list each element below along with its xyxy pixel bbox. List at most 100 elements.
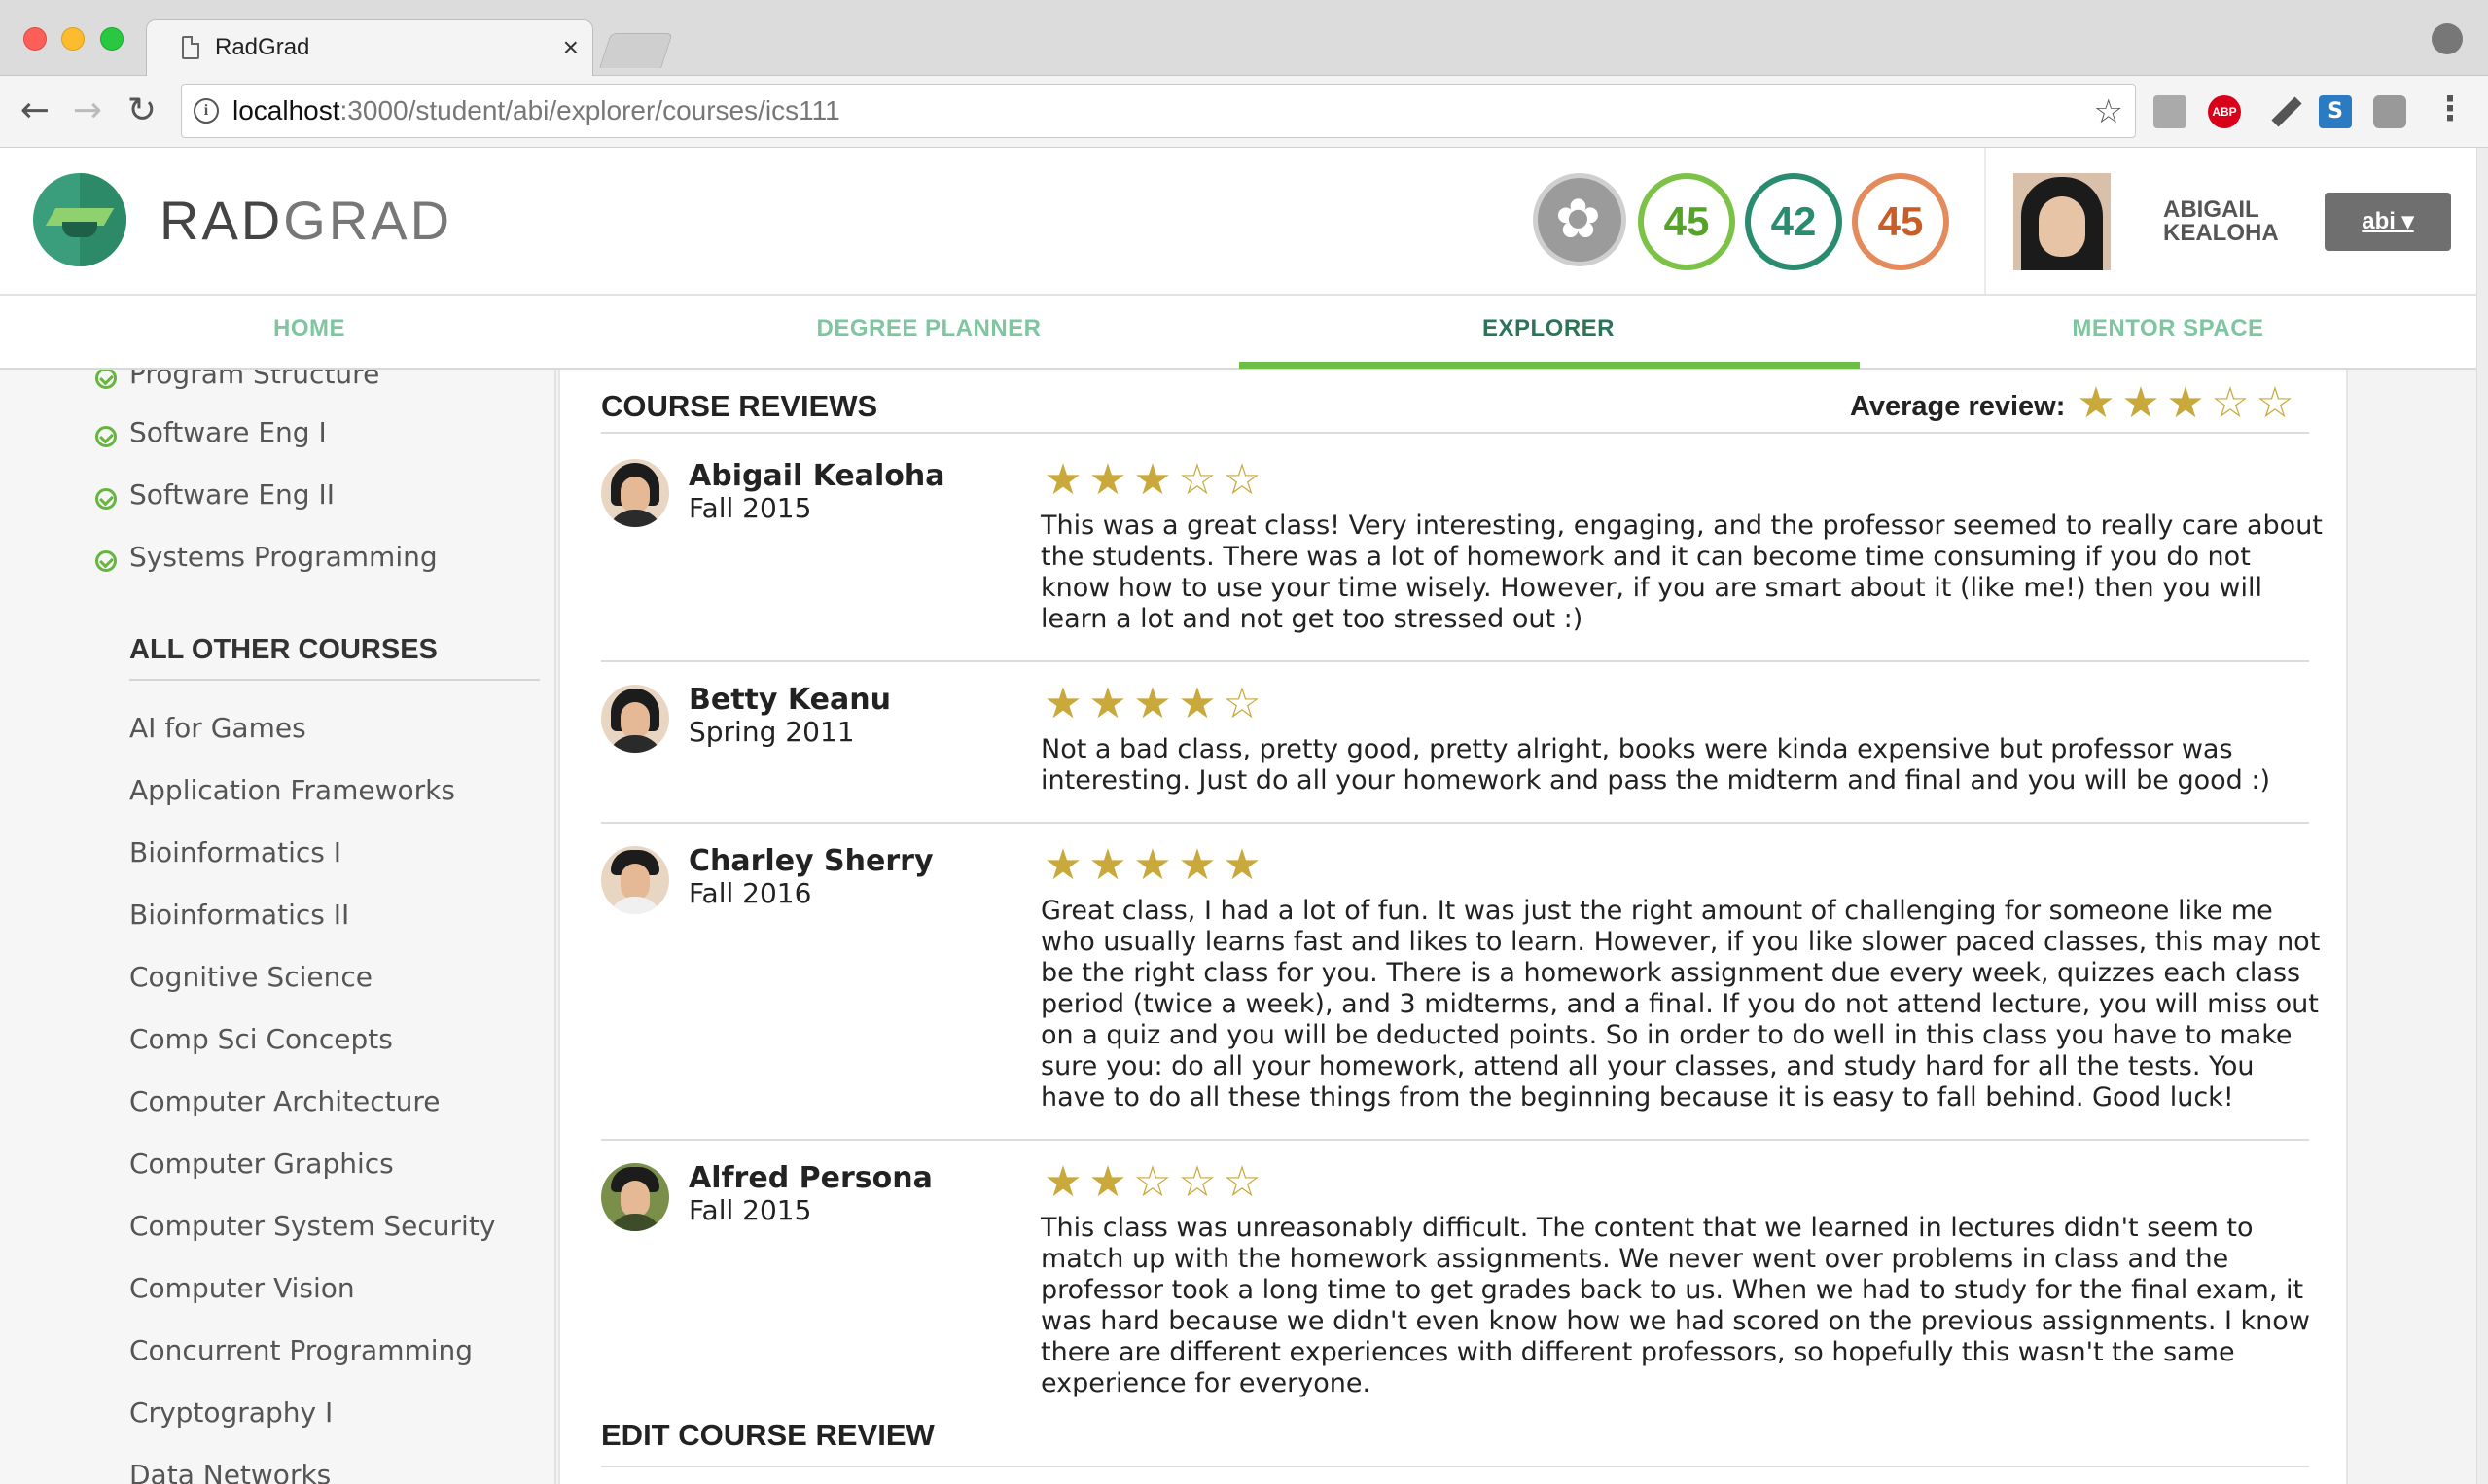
star-filled-icon: ★: [1088, 840, 1127, 890]
other-courses-heading: ALL OTHER COURSES: [129, 634, 438, 665]
content-area: Program Structure Software Eng I Softwar…: [0, 370, 2476, 1484]
eyedropper-extension-icon[interactable]: [2271, 96, 2302, 127]
page-icon: [182, 36, 199, 59]
back-arrow-icon[interactable]: ←: [14, 89, 56, 132]
star-filled-icon: ★: [2121, 378, 2160, 428]
sidebar-course-link[interactable]: Computer Architecture: [129, 1085, 441, 1117]
sidebar-course-link[interactable]: Computer System Security: [129, 1210, 495, 1242]
graduation-cap-logo-icon[interactable]: [33, 173, 126, 266]
course-reviews-panel: COURSE REVIEWS Average review: ★ ★ ★ ☆ ☆ Abi…: [558, 370, 2348, 1484]
bookmark-star-icon[interactable]: ☆: [2094, 92, 2123, 131]
sidebar-course-link[interactable]: Comp Sci Concepts: [129, 1023, 393, 1055]
sidebar-completed-course[interactable]: Program Structure: [129, 370, 379, 390]
new-tab-button[interactable]: [599, 33, 673, 68]
sidebar-course-link[interactable]: AI for Games: [129, 712, 306, 744]
course-sidebar: Program Structure Software Eng I Softwar…: [0, 370, 556, 1484]
nav-degree-planner[interactable]: DEGREE PLANNER: [620, 315, 1238, 342]
browser-menu-icon[interactable]: ⋮: [2434, 89, 2467, 128]
star-filled-icon: ★: [2077, 378, 2115, 428]
divider: [601, 1139, 2309, 1141]
average-review-label: Average review:: [1850, 391, 2066, 422]
camera-extension-icon[interactable]: [2153, 95, 2186, 128]
sidebar-completed-course[interactable]: Software Eng I: [129, 416, 327, 448]
star-empty-icon: ☆: [1223, 455, 1262, 505]
url-text: localhost:3000/student/abi/explorer/cour…: [232, 95, 840, 126]
star-filled-icon: ★: [1088, 455, 1127, 505]
main-nav: HOME DEGREE PLANNER EXPLORER MENTOR SPAC…: [0, 296, 2476, 370]
browser-toolbar: ← → ↻ i localhost:3000/student/abi/explo…: [0, 76, 2488, 148]
check-circle-icon: [95, 426, 117, 447]
forward-arrow-icon[interactable]: →: [66, 89, 109, 132]
review-rating-stars: ★ ★ ★ ★ ☆: [1041, 680, 1264, 728]
star-filled-icon: ★: [1133, 455, 1172, 505]
sidebar-course-link[interactable]: Data Networks: [129, 1459, 331, 1484]
review-text: This was a great class! Very interesting…: [1041, 511, 2323, 634]
divider: [601, 432, 2309, 434]
header-divider: [1984, 148, 1986, 294]
site-info-icon[interactable]: i: [194, 98, 219, 124]
nav-home[interactable]: HOME: [0, 315, 619, 342]
course-reviews-heading: COURSE REVIEWS: [601, 389, 878, 423]
star-filled-icon: ★: [1178, 840, 1217, 890]
browser-tab[interactable]: RadGrad ×: [146, 19, 593, 78]
reviewer-term: Fall 2015: [689, 492, 812, 524]
experience-score[interactable]: 45: [1852, 173, 1949, 270]
sidebar-course-link[interactable]: Bioinformatics I: [129, 836, 341, 868]
sidebar-completed-course[interactable]: Software Eng II: [129, 478, 335, 511]
sidebar-course-link[interactable]: Concurrent Programming: [129, 1334, 473, 1366]
reviewer-avatar: [601, 1163, 669, 1231]
address-bar[interactable]: i localhost:3000/student/abi/explorer/co…: [181, 84, 2136, 138]
browser-tab-bar: RadGrad ×: [0, 0, 2488, 78]
star-filled-icon: ★: [1044, 679, 1083, 728]
sidebar-course-link[interactable]: Bioinformatics II: [129, 899, 349, 931]
review-text: This class was unreasonably difficult. T…: [1041, 1213, 2310, 1398]
innovation-score[interactable]: 45: [1638, 173, 1735, 270]
page-scrollbar[interactable]: [2476, 148, 2488, 1484]
star-filled-icon: ★: [2166, 378, 2205, 428]
window-minimize-button[interactable]: [61, 27, 85, 51]
divider: [601, 660, 2309, 662]
brand-wordmark[interactable]: RADGRAD: [160, 189, 452, 252]
check-circle-icon: [95, 488, 117, 510]
star-filled-icon: ★: [1044, 1157, 1083, 1207]
star-empty-icon: ☆: [2256, 378, 2294, 428]
reviewer-name: Alfred Persona: [689, 1161, 933, 1195]
window-zoom-button[interactable]: [100, 27, 124, 51]
competency-score[interactable]: 42: [1745, 173, 1842, 270]
nav-explorer[interactable]: EXPLORER: [1239, 315, 1858, 342]
star-filled-icon: ★: [1133, 840, 1172, 890]
sidebar-course-link[interactable]: Computer Vision: [129, 1272, 355, 1304]
star-filled-icon: ★: [1133, 679, 1172, 728]
divider: [129, 679, 540, 681]
review-text: Not a bad class, pretty good, pretty alr…: [1041, 734, 2270, 795]
check-circle-icon: [95, 550, 117, 572]
tab-close-icon[interactable]: ×: [563, 32, 579, 63]
sidebar-course-link[interactable]: Computer Graphics: [129, 1148, 394, 1180]
ice-points-icon[interactable]: ✿: [1533, 173, 1626, 266]
active-nav-indicator: [1239, 362, 1860, 369]
review-rating-stars: ★ ★ ★ ★ ★: [1041, 841, 1264, 890]
average-rating-stars: ★ ★ ★ ☆ ☆: [2074, 379, 2297, 428]
star-filled-icon: ★: [1223, 840, 1262, 890]
check-circle-icon: [95, 370, 117, 389]
user-menu-dropdown[interactable]: abi ▾: [2325, 193, 2451, 251]
s-extension-icon[interactable]: S: [2319, 95, 2352, 128]
reviewer-name: Abigail Kealoha: [689, 459, 945, 493]
adblock-extension-icon[interactable]: ABP: [2208, 95, 2241, 128]
star-empty-icon: ☆: [1178, 455, 1217, 505]
divider: [601, 822, 2309, 824]
star-empty-icon: ☆: [1178, 1157, 1217, 1207]
star-empty-icon: ☆: [1133, 1157, 1172, 1207]
extension-icon[interactable]: [2373, 95, 2406, 128]
sidebar-course-link[interactable]: Application Frameworks: [129, 774, 455, 806]
sidebar-course-link[interactable]: Cryptography I: [129, 1396, 333, 1429]
window-close-button[interactable]: [23, 27, 47, 51]
sidebar-completed-course[interactable]: Systems Programming: [129, 541, 438, 573]
sidebar-course-link[interactable]: Cognitive Science: [129, 961, 373, 993]
url-path: :3000/student/abi/explorer/courses/ics11…: [339, 95, 840, 125]
app-header: RADGRAD ✿ 45 42 45 ABIGAIL KEALOHA abi ▾: [0, 148, 2488, 296]
reload-icon[interactable]: ↻: [121, 89, 163, 132]
user-name: ABIGAIL KEALOHA: [2163, 196, 2279, 246]
nav-mentor-space[interactable]: MENTOR SPACE: [1859, 315, 2477, 342]
browser-profile-icon[interactable]: [2432, 23, 2463, 54]
